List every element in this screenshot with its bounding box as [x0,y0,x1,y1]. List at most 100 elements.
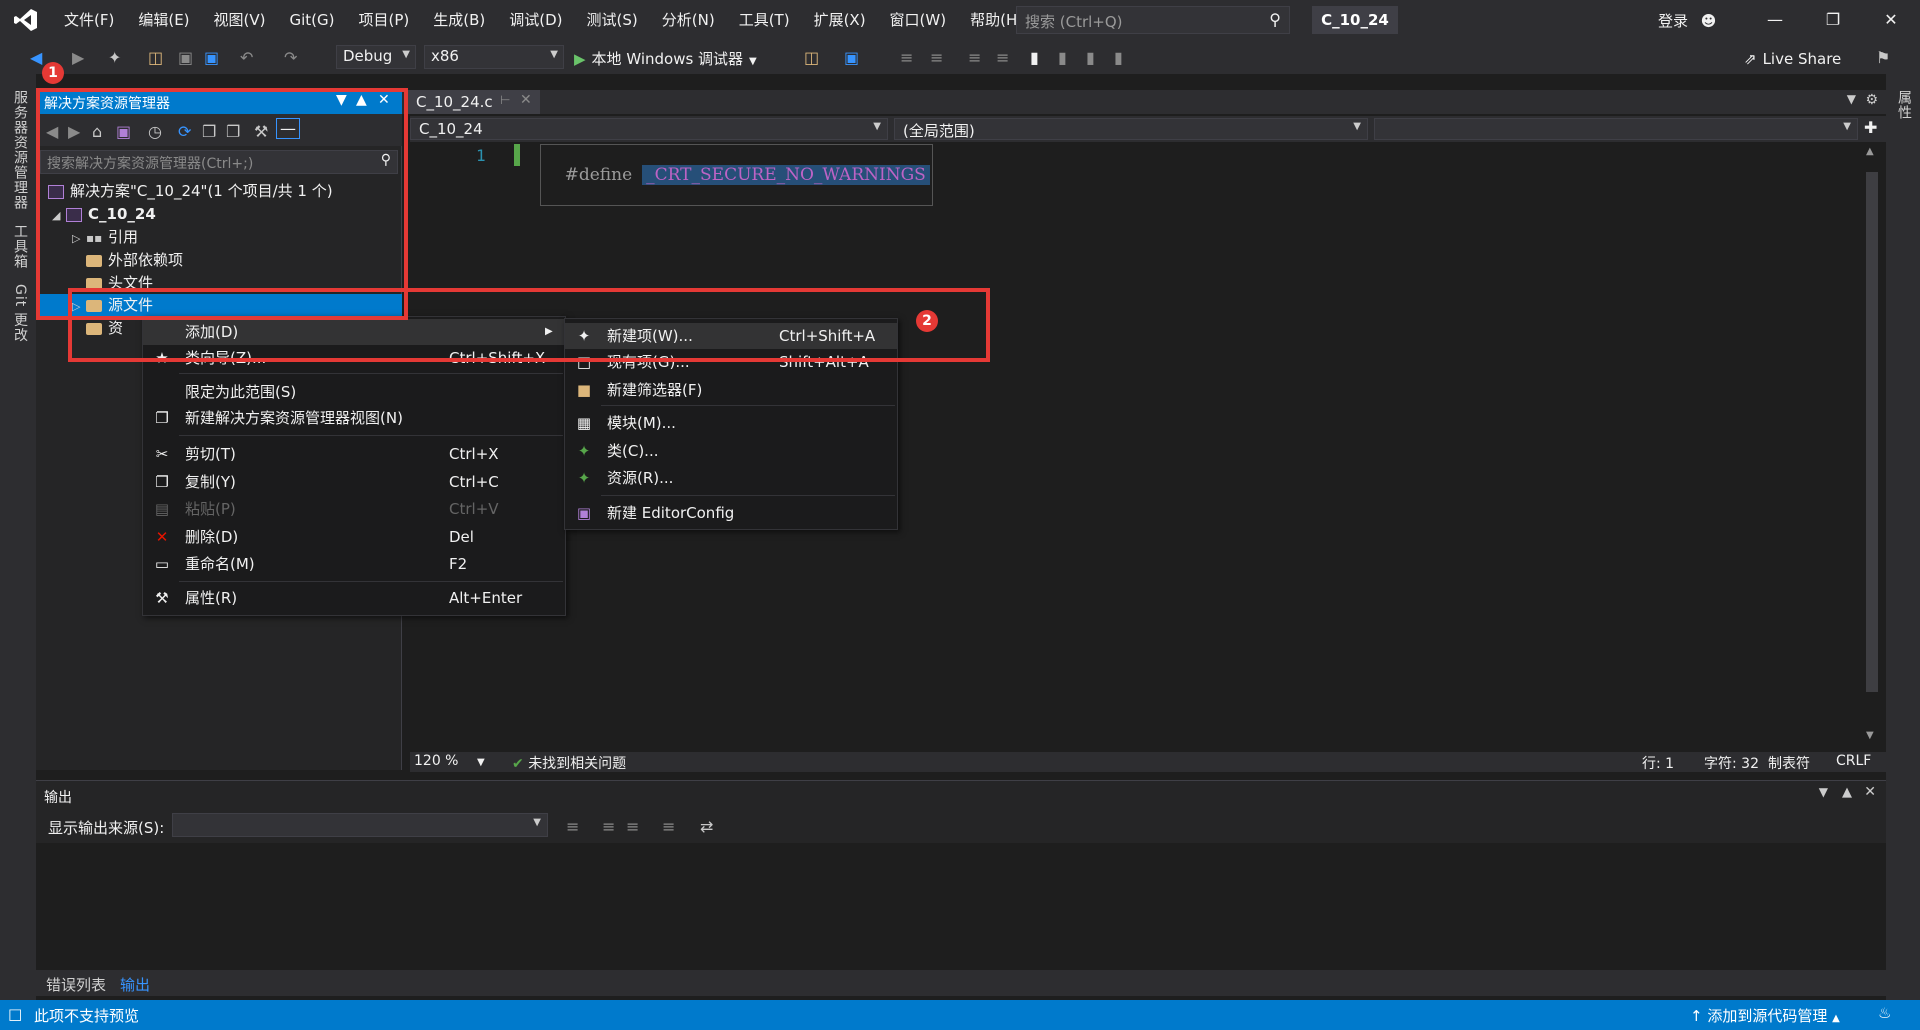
scroll-up-icon[interactable]: ▲ [1866,146,1874,157]
scrollbar-thumb[interactable] [1866,172,1878,692]
clear-bookmarks-icon[interactable]: ▮ [1114,48,1123,67]
editorconfig-icon: ▣ [576,504,592,522]
copy-icon: ❐ [155,473,169,491]
tab-error-list[interactable]: 错误列表 [46,974,106,995]
split-icon[interactable]: ✚ [1864,118,1877,137]
zoom-select[interactable]: 120 % ▼ [414,753,485,769]
prev-bookmark-icon[interactable]: ▮ [1058,48,1067,67]
output-text-area[interactable] [36,843,1886,971]
output-source-select[interactable]: ▼ [172,813,548,837]
source-control-button[interactable]: ↑ 添加到源代码管理 ▲ [1690,1005,1840,1026]
tab-dropdown-icon[interactable]: ▼ [1847,92,1856,106]
chevron-down-icon: ▼ [402,49,410,60]
step-icon[interactable]: ≡ [900,48,913,67]
redo-icon[interactable]: ↷ [284,48,297,67]
close-window-button[interactable]: ✕ [1862,0,1920,40]
git-changes-tab[interactable]: Git 更改 [10,284,30,343]
go-to-line-icon[interactable]: ≡ [566,817,579,836]
eol-indicator[interactable]: CRLF [1836,753,1871,769]
vertical-scrollbar[interactable]: ▲ ▼ [1858,142,1886,752]
new-project-icon[interactable]: ✦ [108,48,121,67]
feedback-icon[interactable]: ⚑ [1876,48,1890,67]
comment-icon[interactable]: ≡ [968,48,981,67]
word-wrap-icon[interactable]: ⇄ [700,817,713,836]
close-tab-icon[interactable]: ✕ [520,92,532,108]
pin-icon[interactable]: ⊢ [500,93,510,107]
code-line-1[interactable]: #define _CRT_SECURE_NO_WARNINGS [540,144,933,206]
save-icon[interactable]: ▣ [178,48,193,67]
platform-select[interactable]: x86 ▼ [424,45,564,69]
navigation-bar: C_10_24 ▼ (全局范围) ▼ ▼ ✚ [410,116,1886,142]
back-icon[interactable]: ◀ [30,48,42,67]
menu-item-copy[interactable]: ❐ 复制(Y) Ctrl+C [143,469,565,495]
scope-dropdown[interactable]: (全局范围) ▼ [894,118,1368,140]
menu-view[interactable]: 视图(V) [202,0,278,40]
gear-icon[interactable]: ⚙ [1865,92,1878,108]
tab-output[interactable]: 输出 [120,974,150,995]
menu-item-new-filter[interactable]: ■ 新建筛选器(F) [565,377,897,403]
menu-item-class[interactable]: ✦ 类(C)... [565,438,897,464]
char-indicator[interactable]: 字符: 32 [1704,753,1759,773]
menu-item-rename[interactable]: ▭ 重命名(M) F2 [143,551,565,577]
scroll-down-icon[interactable]: ▼ [1866,730,1874,741]
issues-indicator[interactable]: ✔ 未找到相关问题 [512,753,626,773]
clear-all-icon[interactable]: ≡ [662,817,675,836]
close-icon[interactable]: ✕ [1864,784,1876,800]
menu-item-label: 新建解决方案资源管理器视图(N) [185,409,403,427]
start-debugging-button[interactable]: ▶ 本地 Windows 调试器 ▼ [574,48,757,69]
login-button[interactable]: 登录 ☻ [1658,10,1716,31]
menu-analyze[interactable]: 分析(N) [650,0,727,40]
bookmark-icon[interactable]: ▮ [1030,48,1039,67]
tab-mode-indicator[interactable]: 制表符 [1768,753,1810,773]
chevron-down-icon: ▼ [1353,121,1361,132]
menu-item-new-editorconfig[interactable]: ▣ 新建 EditorConfig [565,500,897,526]
minimize-button[interactable]: — [1746,0,1804,40]
save-all-icon[interactable]: ▣ [204,48,219,67]
live-share-button[interactable]: ⇗ Live Share [1744,50,1841,68]
panel-menu-icon[interactable]: ▼ [1819,785,1828,799]
next-message-icon[interactable]: ≡ [626,817,639,836]
tab-label: C_10_24.c [416,93,493,111]
menu-item-new-explorer-view[interactable]: ❐ 新建解决方案资源管理器视图(N) [143,405,565,431]
line-number: 1 [476,146,486,165]
search-placeholder: 搜索 (Ctrl+Q) [1025,13,1123,31]
prev-message-icon[interactable]: ≡ [602,817,615,836]
tab-c-10-24-c[interactable]: C_10_24.c ⊢ ✕ [408,90,540,114]
member-dropdown[interactable]: ▼ [1374,118,1858,140]
step-over-icon[interactable]: ≡ [930,48,943,67]
menu-git[interactable]: Git(G) [278,0,347,40]
menu-project[interactable]: 项目(P) [347,0,422,40]
configuration-select[interactable]: Debug ▼ [336,45,416,69]
next-bookmark-icon[interactable]: ▮ [1086,48,1095,67]
menu-file[interactable]: 文件(F) [52,0,126,40]
menu-test[interactable]: 测试(S) [575,0,650,40]
menu-item-module[interactable]: ▦ 模块(M)... [565,410,897,436]
project-dropdown[interactable]: C_10_24 ▼ [410,118,888,140]
menu-item-resource[interactable]: ✦ 资源(R)... [565,465,897,491]
properties-tab[interactable]: 属性 [1894,90,1914,120]
menu-item-delete[interactable]: ✕ 删除(D) Del [143,524,565,550]
menu-item-label: 模块(M)... [607,414,676,432]
uncomment-icon[interactable]: ≡ [996,48,1009,67]
open-folder-icon[interactable]: ◫ [148,48,163,67]
undo-icon[interactable]: ↶ [240,48,253,67]
menu-edit[interactable]: 编辑(E) [126,0,201,40]
notification-bell-icon[interactable]: ♨ [1878,1004,1891,1022]
menu-extensions[interactable]: 扩展(X) [802,0,878,40]
menu-tools[interactable]: 工具(T) [727,0,802,40]
line-indicator[interactable]: 行: 1 [1642,753,1674,773]
global-search-input[interactable]: 搜索 (Ctrl+Q) ⚲ [1016,6,1290,34]
menu-debug[interactable]: 调试(D) [497,0,574,40]
forward-icon[interactable]: ▶ [72,48,84,67]
server-explorer-tab[interactable]: 服务器资源管理器 [10,90,30,210]
screenshot-icon[interactable]: ▣ [844,48,859,67]
menu-build[interactable]: 生成(B) [421,0,497,40]
menu-window[interactable]: 窗口(W) [878,0,959,40]
menu-item-scope-to-this[interactable]: 限定为此范围(S) [143,379,565,405]
restore-button[interactable]: ❐ [1804,0,1862,40]
toolbox-tab[interactable]: 工具箱 [10,224,30,269]
pin-icon[interactable]: ▲ [1842,785,1852,800]
find-in-files-icon[interactable]: ◫ [804,48,819,67]
menu-item-cut[interactable]: ✂ 剪切(T) Ctrl+X [143,441,565,467]
menu-item-properties[interactable]: ⚒ 属性(R) Alt+Enter [143,585,565,611]
